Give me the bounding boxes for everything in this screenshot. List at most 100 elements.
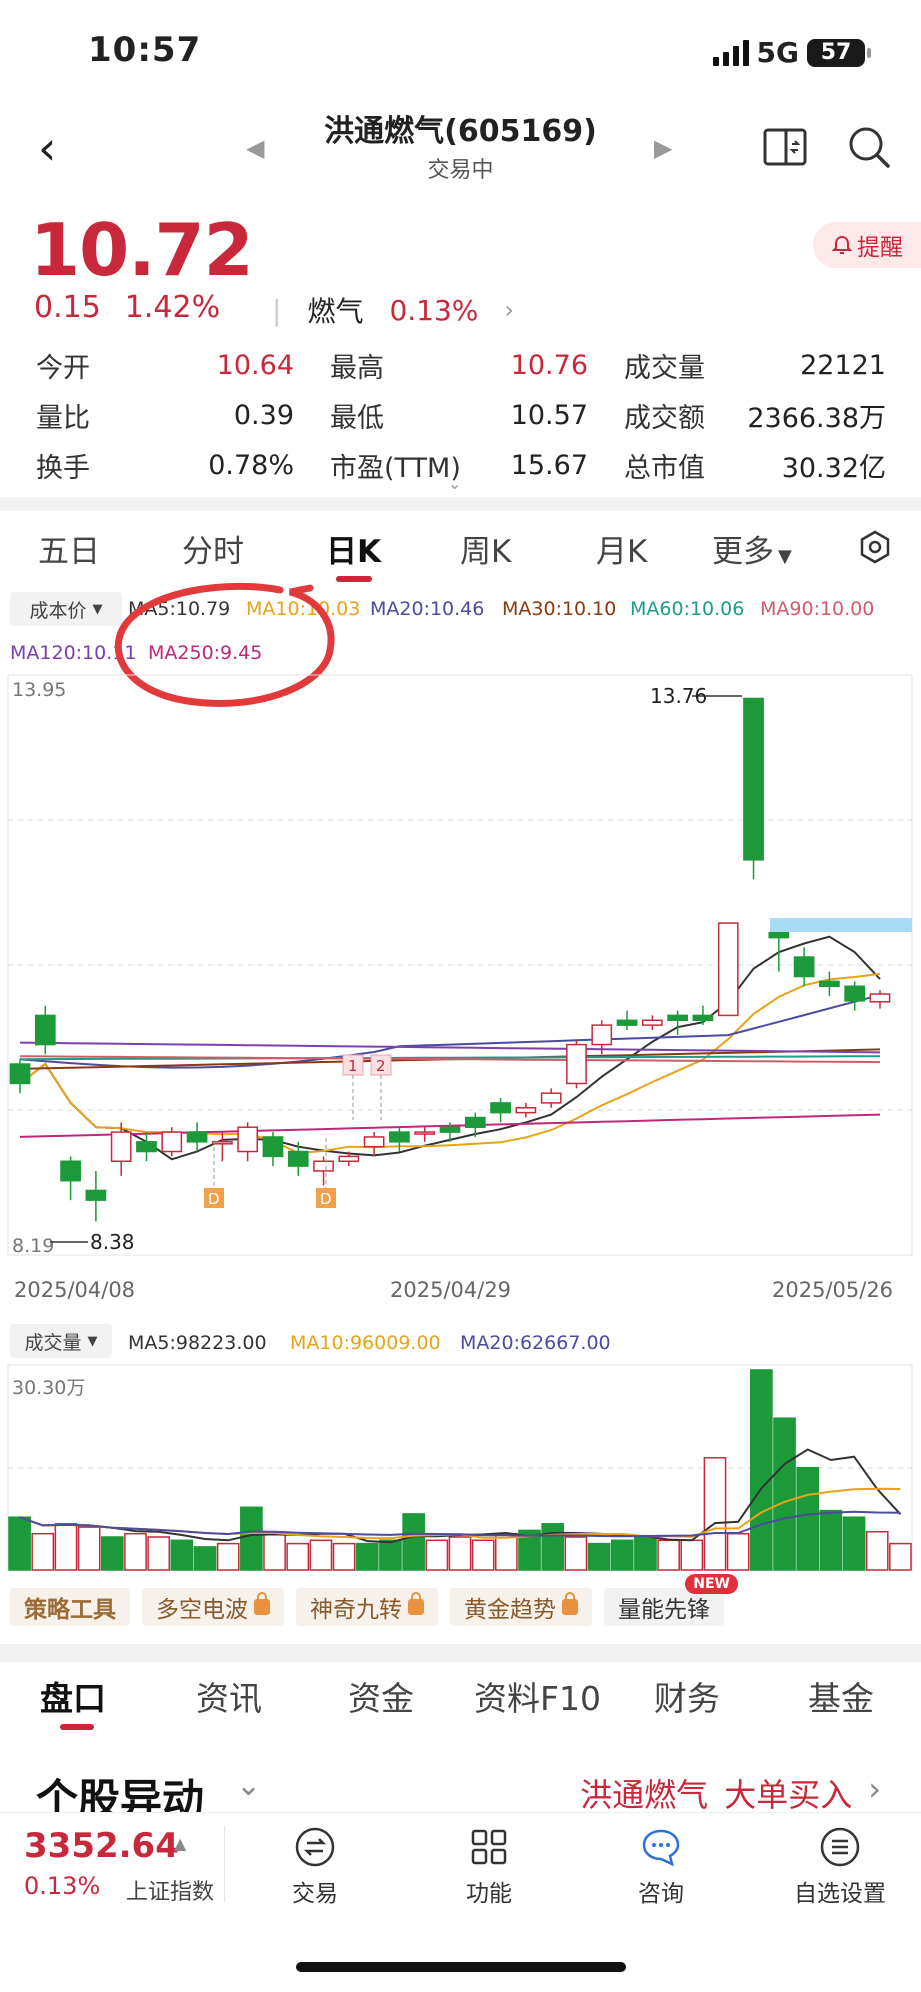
volume-bar [773,1417,796,1571]
nav-trade[interactable]: 交易 [260,1826,370,1908]
candle-body [338,1155,360,1162]
volume-bars [8,1369,912,1571]
tab-more[interactable]: 更多 ▼ [712,526,792,571]
tab-weekly-k[interactable]: 周K [460,526,511,571]
tab-fund[interactable]: 基金 [808,1672,874,1720]
caret-up-icon: ▲ [174,1834,187,1853]
tab-daily-k[interactable]: 日K [326,526,381,571]
detail-tabs: 盘口 资讯 资金 资料F10 财务 基金 [0,1668,921,1730]
nav-functions[interactable]: 功能 [434,1826,544,1908]
volume-bar [587,1542,611,1571]
divider [0,1644,921,1662]
stat-row: 今开 10.64 最高 10.76 成交量 22121 [36,340,886,390]
volume-bar [309,1539,333,1571]
candle-body [85,1189,107,1201]
tab-more-label: 更多 [712,534,774,570]
volume-chart[interactable]: 30.30万 [0,1360,921,1610]
stat-label: 成交额 [624,402,705,434]
volume-bar [263,1532,286,1571]
last-price: 10.72 [30,208,254,292]
volume-bar [100,1536,124,1571]
nav-label: 自选设置 [794,1881,886,1907]
grid-icon [471,1829,507,1865]
settings-icon[interactable] [858,530,892,564]
nav-label: 功能 [466,1881,512,1907]
chevron-right-icon: › [868,1770,881,1808]
candle-body [414,1131,436,1135]
candlestick-chart[interactable]: 13.95 8.19 13.76 8.38 1 2 D D [0,660,921,1260]
battery-icon: 57 [807,38,871,67]
candle-body [844,985,866,1002]
candle-body [110,1131,132,1163]
nav-consult[interactable]: 咨询 [606,1826,716,1908]
stat-label: 市盈(TTM) [330,452,461,484]
period-tabs: 五日 分时 日K 周K 月K 更多 ▼ [0,520,921,582]
tool-long-short[interactable]: 多空电波 [142,1588,284,1626]
divider [224,1826,225,1902]
volume-bar [564,1536,588,1571]
tab-news[interactable]: 资讯 [196,1672,262,1720]
ma60-value: MA60:10.06 [630,598,745,620]
tab-five-day[interactable]: 五日 [38,526,100,571]
news-link[interactable]: 洪通燃气 大单买入 › [580,1770,881,1816]
volume-bar [842,1516,866,1571]
alert-button[interactable]: 提醒 [813,222,921,268]
signal-marker-label: D [208,1190,220,1208]
low-marker-label: 8.38 [90,1230,135,1254]
stat-value: 15.67 [510,449,588,481]
tab-funds-flow[interactable]: 资金 [348,1672,414,1720]
candle-body [464,1116,486,1128]
volume-bar [657,1539,680,1571]
volume-bar [495,1532,518,1571]
expand-stats-icon[interactable]: ⌄ [448,474,461,493]
news-stock: 洪通燃气 [580,1776,709,1814]
tab-intraday[interactable]: 分时 [182,526,244,571]
tab-f10[interactable]: 资料F10 [474,1672,601,1720]
volume-bar [865,1530,889,1571]
volume-label: 成交量 [24,1331,82,1354]
tool-magic-nine[interactable]: 神奇九转 [296,1588,438,1626]
stat-label: 最高 [330,352,384,384]
tool-volume-pioneer[interactable]: 量能先锋 NEW [604,1574,738,1626]
chart-grid [7,674,913,1256]
tab-monthly-k[interactable]: 月K [596,526,647,571]
volume-bar [124,1532,147,1571]
volume-bar [680,1539,704,1571]
tool-golden-trend[interactable]: 黄金趋势 [450,1588,592,1626]
strategy-tools-label[interactable]: 策略工具 [10,1588,130,1626]
index-name: 上证指数 [126,1880,215,1905]
volume-bar [541,1523,565,1571]
candle-body [869,993,891,1003]
chevron-down-icon[interactable]: ⌄ [236,1768,261,1803]
index-percent: 0.13% [24,1872,101,1900]
change-value: 0.15 [34,290,101,325]
sector-link[interactable]: | 燃气 0.13% › [272,290,514,330]
nav-watchlist-settings[interactable]: 自选设置 [780,1826,900,1908]
switch-view-icon[interactable] [762,124,808,170]
candle-body [389,1131,410,1143]
volume-bar [889,1542,912,1571]
candle-body [161,1131,183,1153]
tab-order-book[interactable]: 盘口 [40,1672,106,1720]
ma30-value: MA30:10.10 [502,598,617,620]
signal-marker-label: 1 [348,1057,358,1075]
cost-price-dropdown[interactable]: 成本价 ▼ [10,592,122,626]
search-icon[interactable] [846,124,892,170]
nav-label: 交易 [292,1881,338,1907]
vol-ma20-value: MA20:62667.00 [460,1332,611,1354]
candle-body [616,1019,638,1026]
candle-body [566,1043,587,1085]
next-stock-icon[interactable]: ▶ [654,134,672,162]
volume-bar [379,1539,402,1571]
volume-bar [193,1546,217,1571]
volume-dropdown[interactable]: 成交量 ▼ [10,1324,112,1358]
candle-body [237,1126,259,1153]
divider: | [272,293,282,327]
high-marker: 13.76 [650,684,742,708]
stat-label: 换手 [36,452,90,484]
quote-stats: 今开 10.64 最高 10.76 成交量 22121 量比 0.39 最低 10.57 … [36,340,886,490]
stat-value: 30.32亿 [781,452,886,484]
tab-finance[interactable]: 财务 [654,1672,720,1720]
candles [9,697,891,1222]
index-value[interactable]: 3352.64 [24,1826,179,1866]
